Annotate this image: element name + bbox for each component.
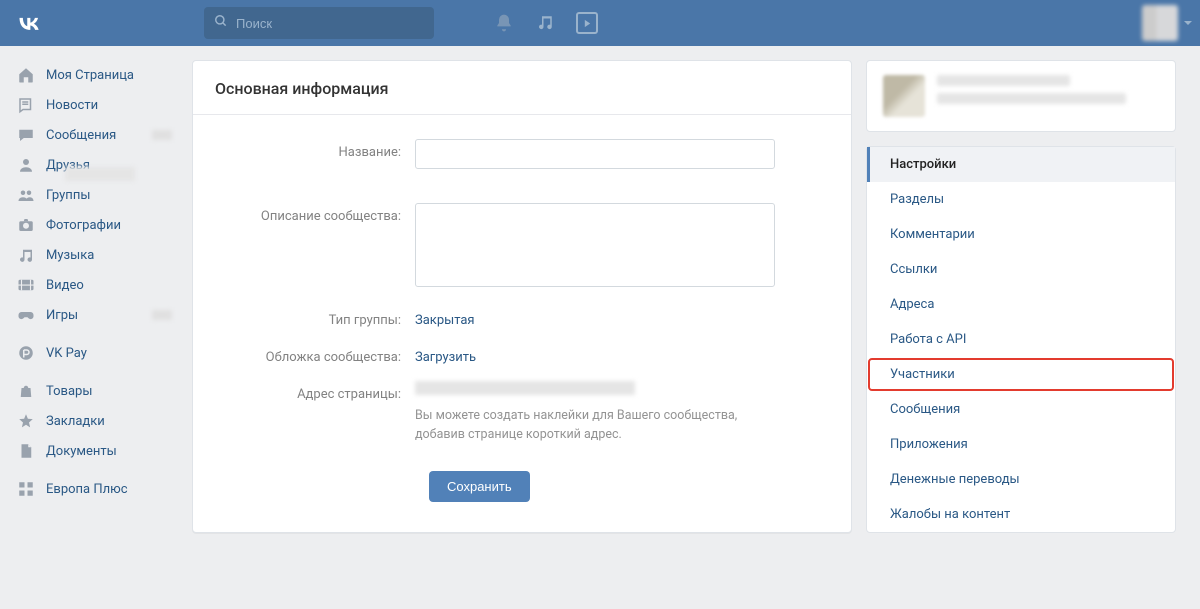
profile-menu[interactable] xyxy=(1142,5,1192,41)
nav-photos[interactable]: Фотографии xyxy=(8,210,178,240)
settings-menu-item-0[interactable]: Настройки xyxy=(867,147,1175,182)
nav-music[interactable]: Музыка xyxy=(8,240,178,270)
nav-games[interactable]: Игры xyxy=(8,300,178,330)
desc-textarea[interactable] xyxy=(415,203,775,287)
bag-icon xyxy=(16,382,36,400)
cover-upload-link[interactable]: Загрузить xyxy=(415,344,476,365)
community-avatar xyxy=(883,75,925,117)
save-button[interactable]: Сохранить xyxy=(429,471,530,502)
nav-europa[interactable]: Европа Плюс xyxy=(8,474,178,504)
settings-menu-item-1[interactable]: Разделы xyxy=(867,182,1175,217)
nav-video[interactable]: Видео xyxy=(8,270,178,300)
search-box[interactable] xyxy=(204,7,434,39)
addr-hint: Вы можете создать наклейки для Вашего со… xyxy=(415,407,775,445)
vk-logo[interactable] xyxy=(14,8,44,38)
star-icon xyxy=(16,412,36,430)
nav-news[interactable]: Новости xyxy=(8,90,178,120)
apps-icon xyxy=(16,480,36,498)
nav-label: VK Pay xyxy=(46,346,87,361)
group-type-link[interactable]: Закрытая xyxy=(415,307,475,328)
music-icon[interactable] xyxy=(536,14,554,32)
msg-icon xyxy=(16,126,36,144)
settings-menu-item-2[interactable]: Комментарии xyxy=(867,217,1175,252)
video-icon xyxy=(16,276,36,294)
nav-label: Новости xyxy=(46,98,98,113)
bell-icon[interactable] xyxy=(494,13,514,33)
nav-label: Моя Страница xyxy=(46,68,134,83)
label-cover: Обложка сообщества: xyxy=(215,344,415,365)
nav-groups[interactable]: Группы xyxy=(8,180,178,210)
home-icon xyxy=(16,66,36,84)
nav-docs[interactable]: Документы xyxy=(8,436,178,466)
nav-bookmarks[interactable]: Закладки xyxy=(8,406,178,436)
nav-label: Товары xyxy=(46,384,92,399)
search-input[interactable] xyxy=(236,16,424,31)
nav-label: Документы xyxy=(46,444,117,459)
settings-menu-item-5[interactable]: Работа с API xyxy=(867,322,1175,357)
community-summary xyxy=(866,60,1176,132)
groups-icon xyxy=(16,186,36,204)
label-type: Тип группы: xyxy=(215,307,415,328)
settings-menu-item-9[interactable]: Денежные переводы xyxy=(867,462,1175,497)
label-addr: Адрес страницы: xyxy=(215,381,415,445)
nav-label: Фотографии xyxy=(46,218,121,233)
nav-label: Музыка xyxy=(46,248,94,263)
play-button[interactable] xyxy=(576,12,598,34)
nav-label: Игры xyxy=(46,308,78,323)
nav-market[interactable]: Товары xyxy=(8,376,178,406)
nav-label: Сообщения xyxy=(46,128,116,143)
chevron-down-icon xyxy=(1184,21,1192,25)
camera-icon xyxy=(16,216,36,234)
doc-icon xyxy=(16,442,36,460)
nav-label: Видео xyxy=(46,278,84,293)
label-name: Название: xyxy=(215,139,415,187)
nav-vkpay[interactable]: VK Pay xyxy=(8,338,178,368)
name-input[interactable] xyxy=(415,139,775,169)
main-card: Основная информация Название: Описание с… xyxy=(192,60,852,533)
settings-menu-item-10[interactable]: Жалобы на контент xyxy=(867,497,1175,532)
pay-icon xyxy=(16,344,36,362)
left-nav: Моя СтраницаНовостиСообщенияДрузьяГруппы… xyxy=(8,60,178,533)
settings-menu-item-8[interactable]: Приложения xyxy=(867,427,1175,462)
label-desc: Описание сообщества: xyxy=(215,203,415,291)
settings-menu-item-6[interactable]: Участники xyxy=(867,357,1175,392)
music-icon xyxy=(16,246,36,264)
avatar xyxy=(1142,5,1178,41)
settings-menu: НастройкиРазделыКомментарииСсылкиАдресаР… xyxy=(866,146,1176,533)
settings-menu-item-4[interactable]: Адреса xyxy=(867,287,1175,322)
nav-profile[interactable]: Моя Страница xyxy=(8,60,178,90)
search-icon xyxy=(214,14,228,32)
nav-label: Группы xyxy=(46,188,90,203)
page-title: Основная информация xyxy=(193,61,851,115)
game-icon xyxy=(16,306,36,324)
nav-messages[interactable]: Сообщения xyxy=(8,120,178,150)
settings-menu-item-7[interactable]: Сообщения xyxy=(867,392,1175,427)
news-icon xyxy=(16,96,36,114)
settings-menu-item-3[interactable]: Ссылки xyxy=(867,252,1175,287)
friend-icon xyxy=(16,156,36,174)
header-icons xyxy=(494,12,598,34)
header-bar xyxy=(0,0,1200,46)
nav-label: Закладки xyxy=(46,414,105,429)
nav-label: Европа Плюс xyxy=(46,482,128,497)
addr-value xyxy=(415,381,635,395)
